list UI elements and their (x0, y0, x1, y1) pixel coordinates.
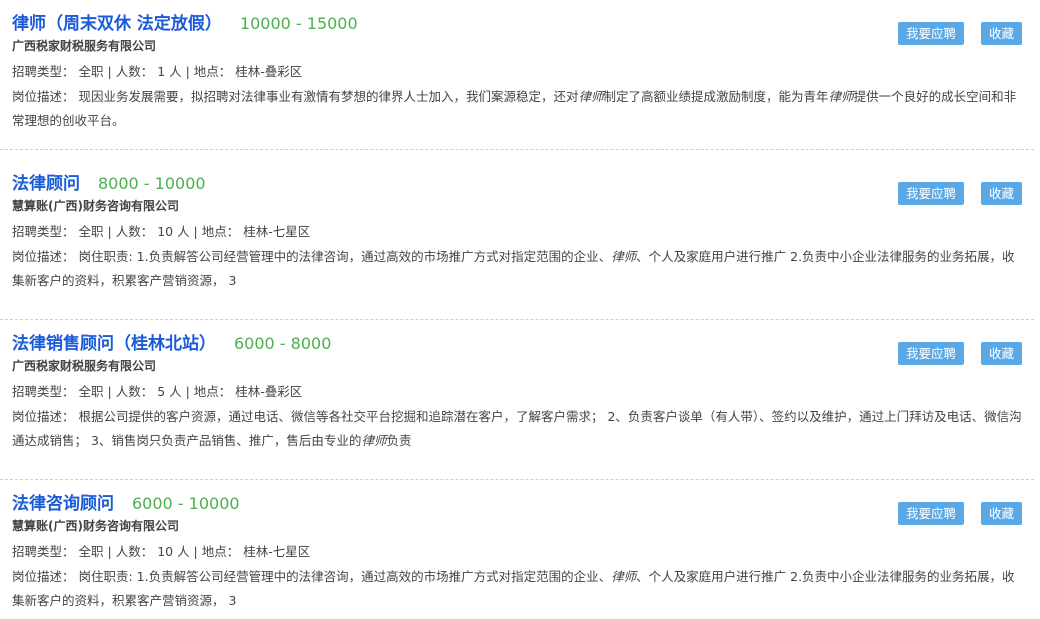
job-location: 桂林-七星区 (243, 224, 311, 239)
save-button[interactable]: 收藏 (981, 22, 1023, 45)
job-count: 1 人 (157, 64, 182, 79)
apply-button[interactable]: 我要应聘 (898, 502, 965, 525)
location-label: 地点： (201, 544, 240, 559)
job-description: 岗位描述： 岗住职责: 1.负责解答公司经营管理中的法律咨询，通过高效的市场推广… (12, 245, 1022, 293)
job-meta: 招聘类型： 全职 | 人数： 1 人 | 地点： 桂林-叠彩区 (12, 64, 303, 79)
desc-keyword-1: 律师 (611, 249, 637, 264)
job-title-row: 律师（周末双休 法定放假） 10000 - 15000 (12, 9, 358, 34)
job-type: 全职 (78, 64, 104, 79)
job-type: 全职 (78, 224, 104, 239)
desc-label: 岗位描述： (12, 569, 75, 584)
type-label: 招聘类型： (12, 224, 75, 239)
desc-label: 岗位描述： (12, 249, 75, 264)
job-meta: 招聘类型： 全职 | 人数： 5 人 | 地点： 桂林-叠彩区 (12, 384, 303, 399)
count-label: 人数： (115, 224, 154, 239)
job-salary: 6000 - 8000 (234, 334, 332, 353)
job-location: 桂林-叠彩区 (235, 64, 303, 79)
type-label: 招聘类型： (12, 384, 75, 399)
job-card: 律师（周末双休 法定放假） 10000 - 15000 广西税家财税服务有限公司 … (0, 0, 1034, 150)
job-count: 5 人 (157, 384, 182, 399)
job-card: 法律顾问 8000 - 10000 慧算账(广西)财务咨询有限公司 招聘类型： 全… (0, 160, 1034, 320)
desc-keyword-2: 律师 (828, 89, 854, 104)
desc-text-a: 岗住职责: 1.负责解答公司经营管理中的法律咨询，通过高效的市场推广方式对指定范… (78, 569, 612, 584)
company-name[interactable]: 广西税家财税服务有限公司 (12, 37, 156, 54)
job-title-row: 法律销售顾问（桂林北站） 6000 - 8000 (12, 329, 331, 354)
job-meta: 招聘类型： 全职 | 人数： 10 人 | 地点： 桂林-七星区 (12, 224, 311, 239)
job-description: 岗位描述： 根据公司提供的客户资源，通过电话、微信等各社交平台挖掘和追踪潜在客户… (12, 405, 1022, 453)
job-title-link[interactable]: 律师（周末双休 法定放假） (12, 14, 222, 34)
job-title-link[interactable]: 法律咨询顾问 (12, 494, 114, 514)
job-type: 全职 (78, 544, 104, 559)
save-button[interactable]: 收藏 (981, 182, 1023, 205)
desc-label: 岗位描述： (12, 89, 75, 104)
type-label: 招聘类型： (12, 64, 75, 79)
type-label: 招聘类型： (12, 544, 75, 559)
apply-button[interactable]: 我要应聘 (898, 22, 965, 45)
desc-text-b: 负责 (386, 433, 412, 448)
job-title-row: 法律顾问 8000 - 10000 (12, 169, 206, 194)
apply-button[interactable]: 我要应聘 (898, 182, 965, 205)
desc-text-b: 制定了高额业绩提成激励制度，能为青年 (603, 89, 829, 104)
location-label: 地点： (201, 224, 240, 239)
company-name[interactable]: 广西税家财税服务有限公司 (12, 357, 156, 374)
desc-text-a: 现因业务发展需要，拟招聘对法律事业有激情有梦想的律界人士加入，我们案源稳定，还对 (78, 89, 579, 104)
job-description: 岗位描述： 现因业务发展需要，拟招聘对法律事业有激情有梦想的律界人士加入，我们案… (12, 85, 1022, 133)
location-label: 地点： (193, 384, 232, 399)
desc-text-a: 根据公司提供的客户资源，通过电话、微信等各社交平台挖掘和追踪潜在客户，了解客户需… (12, 409, 1022, 448)
desc-keyword-1: 律师 (611, 569, 637, 584)
job-count: 10 人 (157, 224, 190, 239)
job-meta: 招聘类型： 全职 | 人数： 10 人 | 地点： 桂林-七星区 (12, 544, 311, 559)
save-button[interactable]: 收藏 (981, 342, 1023, 365)
job-salary: 6000 - 10000 (132, 494, 240, 513)
count-label: 人数： (115, 544, 154, 559)
job-title-link[interactable]: 法律顾问 (12, 174, 80, 194)
job-count: 10 人 (157, 544, 190, 559)
job-card: 法律销售顾问（桂林北站） 6000 - 8000 广西税家财税服务有限公司 招聘类… (0, 320, 1034, 480)
company-name[interactable]: 慧算账(广西)财务咨询有限公司 (12, 517, 179, 534)
job-title-link[interactable]: 法律销售顾问（桂林北站） (12, 334, 216, 354)
desc-label: 岗位描述： (12, 409, 75, 424)
job-salary: 10000 - 15000 (239, 14, 358, 33)
job-type: 全职 (78, 384, 104, 399)
count-label: 人数： (115, 384, 154, 399)
company-name[interactable]: 慧算账(广西)财务咨询有限公司 (12, 197, 179, 214)
job-description: 岗位描述： 岗住职责: 1.负责解答公司经营管理中的法律咨询，通过高效的市场推广… (12, 565, 1022, 613)
desc-text-a: 岗住职责: 1.负责解答公司经营管理中的法律咨询，通过高效的市场推广方式对指定范… (78, 249, 612, 264)
job-title-row: 法律咨询顾问 6000 - 10000 (12, 489, 240, 514)
job-card: 法律咨询顾问 6000 - 10000 慧算账(广西)财务咨询有限公司 招聘类型：… (0, 480, 1034, 619)
job-location: 桂林-七星区 (243, 544, 311, 559)
location-label: 地点： (193, 64, 232, 79)
job-salary: 8000 - 10000 (98, 174, 206, 193)
count-label: 人数： (115, 64, 154, 79)
job-location: 桂林-叠彩区 (235, 384, 303, 399)
desc-keyword-1: 律师 (361, 433, 387, 448)
desc-keyword-1: 律师 (578, 89, 604, 104)
save-button[interactable]: 收藏 (981, 502, 1023, 525)
apply-button[interactable]: 我要应聘 (898, 342, 965, 365)
